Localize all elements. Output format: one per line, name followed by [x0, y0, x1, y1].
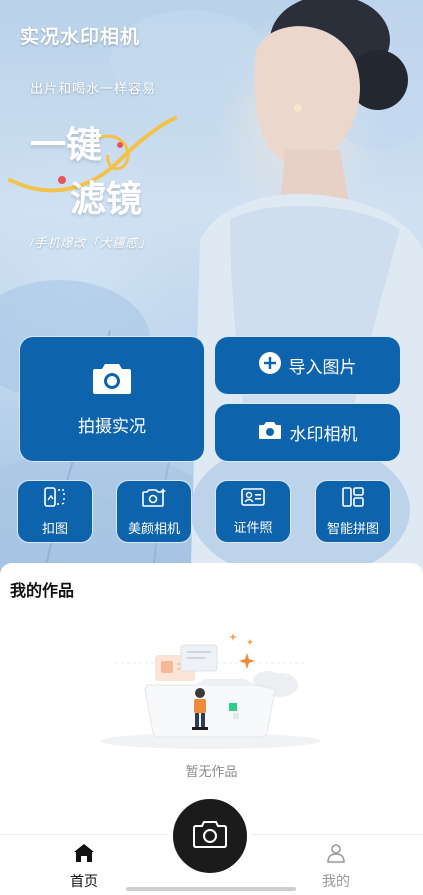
import-image-label: 导入图片 — [288, 358, 357, 377]
cutout-icon — [44, 486, 66, 512]
capture-live-button[interactable]: 拍摄实况 — [19, 336, 205, 462]
nav-me-label: 我的 — [322, 873, 350, 889]
nav-home-label: 首页 — [70, 873, 98, 889]
watermark-camera-button[interactable]: 水印相机 — [214, 403, 401, 462]
import-image-button[interactable]: 导入图片 — [214, 336, 401, 395]
tool-label: 美颜相机 — [127, 520, 180, 536]
hero-headline-line2: 滤镜 — [70, 178, 143, 220]
hero-tagline: 出片和喝水一样容易 — [30, 81, 157, 96]
watermark-camera-label: 水印相机 — [289, 425, 358, 444]
empty-state-illustration — [100, 633, 320, 749]
camera-icon — [258, 420, 282, 445]
beauty-camera-icon — [142, 487, 166, 512]
tool-cutout-button[interactable]: 扣图 — [17, 480, 93, 543]
tool-label: 智能拼图 — [326, 520, 379, 536]
hero-sub-tagline: /手机爆改「大疆感」 — [30, 236, 152, 250]
capture-live-label: 拍摄实况 — [78, 417, 146, 436]
plus-circle-icon — [258, 352, 281, 379]
home-icon — [73, 843, 95, 868]
collage-icon — [342, 486, 364, 512]
empty-state-text: 暂无作品 — [185, 764, 238, 779]
tool-id-photo-button[interactable]: 证件照 — [215, 480, 291, 543]
home-indicator — [126, 887, 296, 891]
tool-beauty-camera-button[interactable]: 美颜相机 — [116, 480, 192, 543]
tool-label: 扣图 — [41, 520, 68, 536]
tool-label: 证件照 — [233, 519, 273, 535]
user-icon — [326, 843, 346, 868]
camera-fab-button[interactable] — [169, 795, 251, 877]
nav-tab-home[interactable]: 首页 — [54, 843, 114, 891]
id-card-icon — [241, 487, 265, 511]
camera-icon — [193, 820, 227, 853]
app-title: 实况水印相机 — [20, 26, 141, 48]
my-works-title: 我的作品 — [10, 583, 75, 600]
tool-collage-button[interactable]: 智能拼图 — [315, 480, 391, 543]
camera-icon — [92, 361, 132, 400]
nav-tab-me[interactable]: 我的 — [306, 843, 366, 891]
hero-headline-line1: 一键 — [30, 124, 103, 166]
